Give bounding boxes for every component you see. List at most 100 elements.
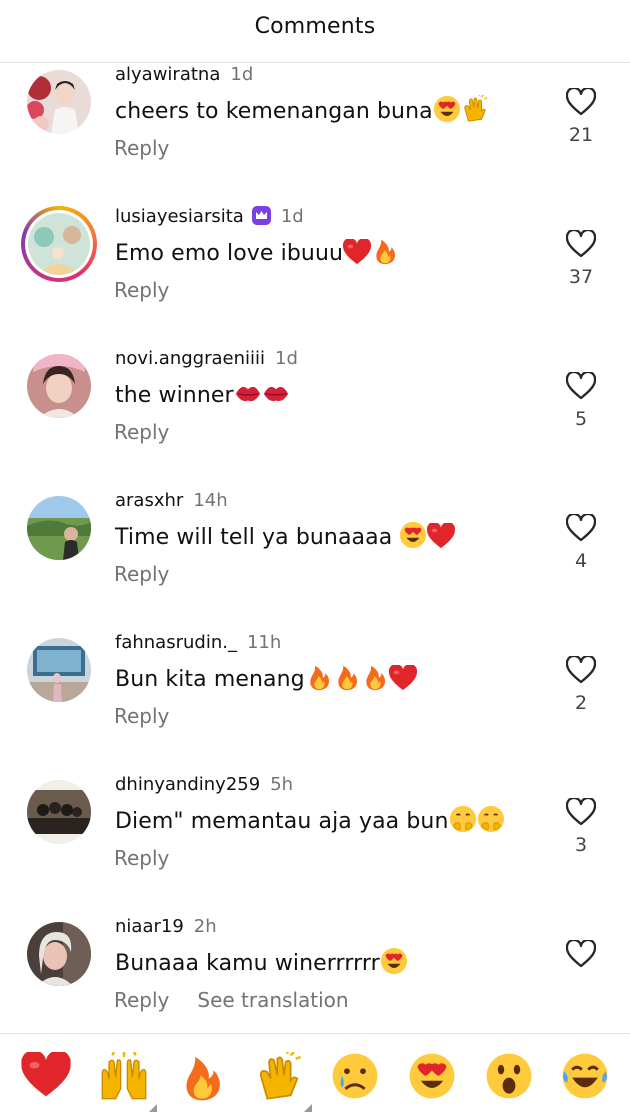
comment-meta: arasxhr 14h <box>115 490 228 511</box>
reply-button[interactable]: Reply <box>114 988 169 1012</box>
username[interactable]: novi.anggraeniiii <box>115 348 265 369</box>
avatar[interactable] <box>27 354 91 418</box>
comment-body: Bun kita menang <box>115 667 305 692</box>
avatar[interactable] <box>27 780 91 844</box>
raising-hands-icon[interactable] <box>99 1052 157 1112</box>
clapping-hands-icon <box>461 95 489 123</box>
kiss-mark-icon <box>262 379 290 407</box>
comment-body: Time will tell ya bunaaaa <box>115 525 400 550</box>
comment-actions: Reply See translation <box>114 988 349 1012</box>
comment-item: alyawiratna 1d cheers to kemenangan buna … <box>0 64 630 206</box>
like-count: 37 <box>568 266 594 288</box>
clapping-hands-icon[interactable] <box>254 1052 312 1112</box>
surprised-face-icon[interactable] <box>485 1052 535 1102</box>
like-heart-icon[interactable] <box>566 230 596 258</box>
comment-item: novi.anggraeniiii 1d the winner Reply 5 <box>0 348 630 490</box>
red-heart-icon <box>427 523 455 549</box>
hand-over-mouth-icon <box>449 805 477 833</box>
comment-text: Bunaaa kamu winerrrrrr <box>115 947 408 976</box>
comment-actions: Reply <box>114 420 169 444</box>
like-count: 21 <box>568 124 594 146</box>
comment-actions: Reply <box>114 136 169 160</box>
fire-icon <box>371 237 399 265</box>
page-title: Comments <box>254 14 376 39</box>
heart-eyes-icon <box>433 95 461 123</box>
comment-text: cheers to kemenangan buna <box>115 95 489 124</box>
reply-button[interactable]: Reply <box>114 420 169 444</box>
variant-indicator <box>304 1104 312 1112</box>
comment-meta: novi.anggraeniiii 1d <box>115 348 298 369</box>
reply-button[interactable]: Reply <box>114 704 169 728</box>
variant-indicator <box>149 1104 157 1112</box>
see-translation-button[interactable]: See translation <box>197 988 348 1012</box>
like-heart-icon[interactable] <box>566 940 596 968</box>
comment-body: Bunaaa kamu winerrrrrr <box>115 951 380 976</box>
kiss-mark-icon <box>234 379 262 407</box>
comment-item: fahnasrudin._ 11h Bun kita menang Reply 2 <box>0 632 630 774</box>
username[interactable]: arasxhr <box>115 490 183 511</box>
avatar[interactable] <box>27 70 91 134</box>
timestamp: 2h <box>193 916 217 937</box>
avatar[interactable] <box>27 922 91 986</box>
heart-eyes-icon <box>399 521 427 549</box>
comment-text: Diem" memantau aja yaa bun <box>115 805 505 834</box>
heart-eyes-icon[interactable] <box>408 1052 458 1102</box>
comments-header: Comments <box>0 0 630 63</box>
red-heart-icon[interactable] <box>21 1052 71 1102</box>
username[interactable]: dhinyandiny259 <box>115 774 260 795</box>
comment-text: the winner <box>115 379 290 408</box>
reply-button[interactable]: Reply <box>114 846 169 870</box>
comment-actions: Reply <box>114 846 169 870</box>
like-heart-icon[interactable] <box>566 656 596 684</box>
comment-body: Emo emo love ibuuu <box>115 241 344 266</box>
comment-meta: niaar19 2h <box>115 916 217 937</box>
timestamp: 1d <box>230 64 254 85</box>
verified-crown-icon <box>251 206 271 225</box>
reply-button[interactable]: Reply <box>114 278 169 302</box>
avatar[interactable] <box>21 206 97 282</box>
like-heart-icon[interactable] <box>566 798 596 826</box>
hand-over-mouth-icon <box>477 805 505 833</box>
red-heart-icon <box>389 665 417 691</box>
laughing-tears-icon[interactable] <box>561 1052 611 1102</box>
comment-text: Emo emo love ibuuu <box>115 237 399 266</box>
avatar[interactable] <box>27 638 91 702</box>
comment-actions: Reply <box>114 278 169 302</box>
fire-icon <box>333 663 361 691</box>
comment-item: dhinyandiny259 5h Diem" memantau aja yaa … <box>0 774 630 916</box>
comment-text: Bun kita menang <box>115 663 417 692</box>
like-heart-icon[interactable] <box>566 372 596 400</box>
comment-item: lusiayesiarsita 1d Emo emo love ibuuu Rep… <box>0 206 630 348</box>
comment-item: arasxhr 14h Time will tell ya bunaaaa Rep… <box>0 490 630 632</box>
red-heart-icon <box>343 239 371 265</box>
fire-icon <box>361 663 389 691</box>
timestamp: 1d <box>275 348 298 369</box>
crying-face-icon[interactable] <box>331 1052 381 1102</box>
fire-icon <box>305 663 333 691</box>
timestamp: 11h <box>246 632 282 653</box>
fire-icon[interactable] <box>177 1052 227 1102</box>
comment-actions: Reply <box>114 704 169 728</box>
quick-reactions-bar <box>0 1033 630 1118</box>
reply-button[interactable]: Reply <box>114 562 169 586</box>
like-count: 5 <box>574 408 588 430</box>
like-count: 3 <box>574 834 588 856</box>
username[interactable]: alyawiratna <box>115 64 220 85</box>
comment-body: cheers to kemenangan buna <box>115 99 433 124</box>
username[interactable]: niaar19 <box>115 916 184 937</box>
like-heart-icon[interactable] <box>566 514 596 542</box>
reply-button[interactable]: Reply <box>114 136 169 160</box>
timestamp: 5h <box>270 774 294 795</box>
comment-meta: lusiayesiarsita 1d <box>115 206 304 227</box>
username[interactable]: lusiayesiarsita <box>115 206 244 227</box>
comment-text: Time will tell ya bunaaaa <box>115 521 455 550</box>
username[interactable]: fahnasrudin._ <box>115 632 237 653</box>
comment-meta: dhinyandiny259 5h <box>115 774 293 795</box>
like-count: 2 <box>574 692 588 714</box>
comment-meta: alyawiratna 1d <box>115 64 253 85</box>
comment-actions: Reply <box>114 562 169 586</box>
like-count: 4 <box>574 550 588 572</box>
like-heart-icon[interactable] <box>566 88 596 116</box>
avatar[interactable] <box>27 496 91 560</box>
heart-eyes-icon <box>380 947 408 975</box>
